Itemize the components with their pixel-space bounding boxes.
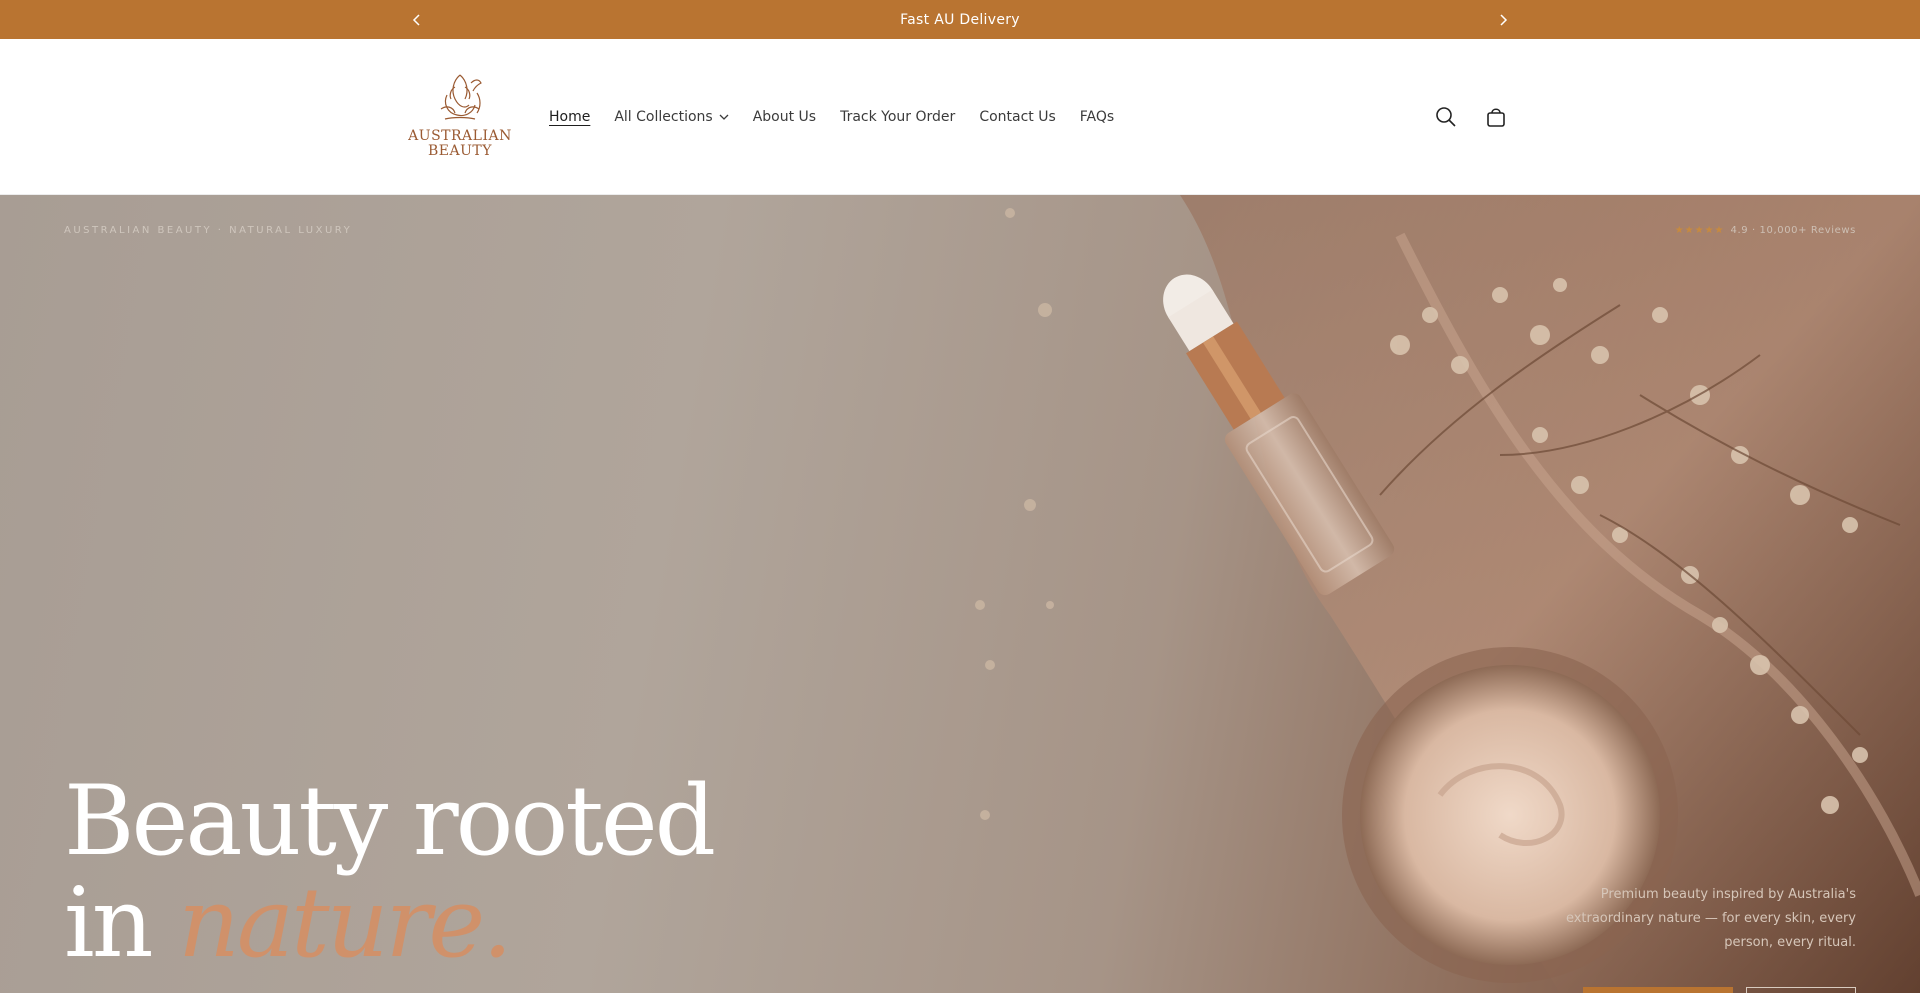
hero-title: Beauty rooted in nature. (64, 770, 716, 974)
nav-item-label: Home (549, 109, 591, 125)
hero-rating: ★★★★★ 4.9 · 10,000+ Reviews (1675, 225, 1856, 236)
chevron-left-icon[interactable] (402, 0, 432, 39)
nav-item-label: Track Your Order (840, 109, 956, 125)
cart-icon[interactable] (1480, 101, 1512, 133)
hero-tagline: AUSTRALIAN BEAUTY · NATURAL LUXURY (64, 225, 353, 236)
logo-line-2: BEAUTY (428, 143, 492, 159)
search-icon[interactable] (1430, 101, 1462, 133)
hero-secondary-button[interactable] (1746, 987, 1856, 993)
hero-subtitle: Premium beauty inspired by Australia's e… (1565, 887, 1856, 950)
nav-item-label: Contact Us (979, 109, 1056, 125)
rating-text: 4.9 · 10,000+ Reviews (1730, 225, 1856, 236)
hero-primary-button[interactable] (1583, 987, 1733, 993)
star-rating-icon: ★★★★★ (1674, 225, 1725, 236)
hero-banner: AUSTRALIAN BEAUTY · NATURAL LUXURY ★★★★★… (0, 195, 1920, 993)
brand-logo[interactable]: AUSTRALIAN BEAUTY (408, 69, 512, 165)
hero-title-accent: nature. (178, 867, 513, 979)
hero-title-line-1: Beauty rooted (64, 765, 716, 877)
chevron-down-icon (719, 114, 729, 120)
header-actions (1430, 39, 1512, 195)
nav-item-all-collections[interactable]: All Collections (602, 109, 740, 125)
nav-item-contact-us[interactable]: Contact Us (967, 109, 1067, 125)
chevron-right-icon[interactable] (1488, 0, 1518, 39)
announcement-bar: Fast AU Delivery (0, 0, 1920, 39)
site-header: AUSTRALIAN BEAUTY Home All Collections A… (0, 39, 1920, 195)
nav-item-faqs[interactable]: FAQs (1068, 109, 1126, 125)
logo-line-1: AUSTRALIAN (408, 128, 512, 144)
nav-item-label: About Us (752, 109, 817, 125)
main-nav: Home All Collections About Us Track Your… (549, 39, 1126, 195)
nav-item-label: FAQs (1079, 109, 1115, 125)
nav-item-about-us[interactable]: About Us (741, 109, 828, 125)
announcement-text: Fast AU Delivery (900, 11, 1020, 28)
nav-item-home[interactable]: Home (549, 109, 602, 125)
kangaroo-flower-emblem-icon (440, 74, 482, 120)
nav-item-track-order[interactable]: Track Your Order (828, 109, 967, 125)
nav-item-label: All Collections (614, 109, 713, 125)
hero-title-in: in (64, 867, 154, 979)
